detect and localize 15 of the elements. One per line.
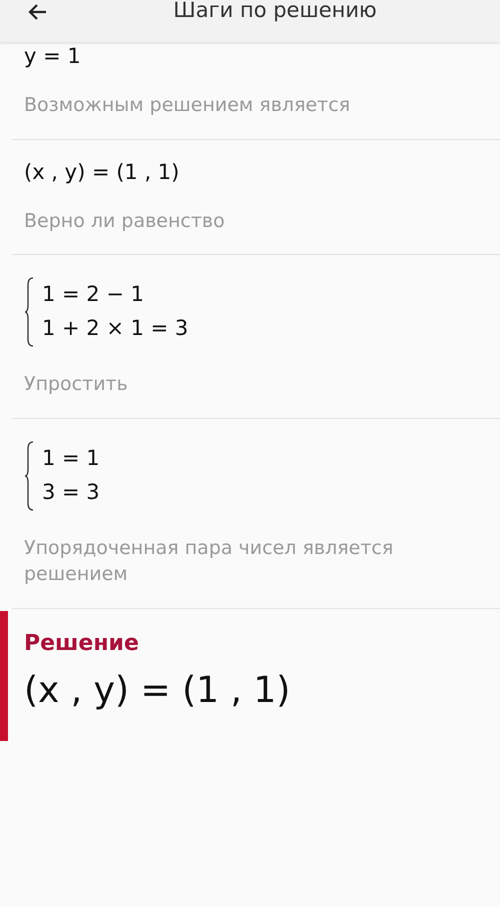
solution-title: Решение: [24, 630, 140, 656]
step-caption: Возможным решением является: [24, 93, 352, 118]
math-expression: 1 = 1: [42, 446, 100, 470]
math-expression: 3 = 3: [42, 480, 100, 504]
step-caption: Упорядоченная пара чисел является решением: [24, 536, 394, 588]
brace-icon: [24, 277, 34, 348]
solution-expression: (x , y) = (1 , 1): [24, 670, 292, 711]
step-caption: Верно ли равенство: [24, 208, 226, 234]
math-expression: 1 + 2 × 1 = 3: [42, 316, 188, 340]
brace-icon: [24, 440, 34, 511]
math-expression: y = 1: [24, 44, 82, 68]
math-expression: (x , y) = (1 , 1): [24, 160, 180, 184]
step-caption: Упростить: [24, 372, 129, 398]
header-title: Шаги по решению: [172, 0, 378, 22]
math-expression: 1 = 2 − 1: [42, 282, 145, 306]
